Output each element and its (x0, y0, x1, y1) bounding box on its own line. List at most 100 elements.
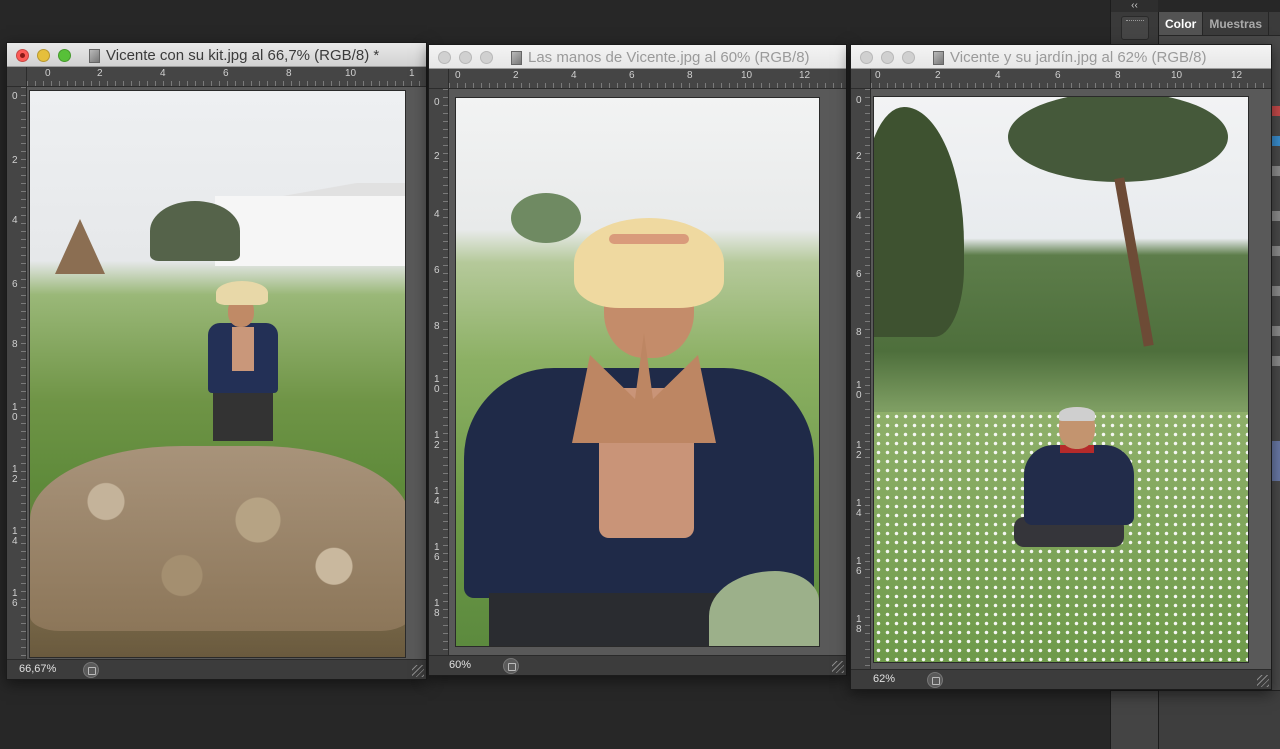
ruler-label: 4 (995, 70, 1001, 81)
ruler-label: 4 (571, 70, 577, 81)
window-titlebar[interactable]: Vicente y su jardín.jpg al 62% (RGB/8) (851, 45, 1271, 69)
zoom-level[interactable]: 62% (873, 673, 895, 685)
ruler-label: 8 (1115, 70, 1121, 81)
panel-strip-lower (1111, 690, 1158, 749)
zoom-window-button[interactable] (902, 51, 915, 64)
resize-handle[interactable] (412, 665, 424, 677)
window-title-text: Vicente y su jardín.jpg al 62% (RGB/8) (950, 49, 1207, 66)
horizontal-ruler[interactable]: 0 2 4 6 8 10 12 (871, 69, 1271, 89)
zoom-window-button[interactable] (58, 49, 71, 62)
close-window-button[interactable] (438, 51, 451, 64)
zoom-level[interactable]: 60% (449, 659, 471, 671)
ruler-label: 0 (455, 70, 461, 81)
panel-icon[interactable] (1272, 211, 1280, 221)
stone-cairn (55, 219, 105, 274)
ruler-label: 4 (856, 211, 862, 222)
tab-color[interactable]: Color (1159, 12, 1204, 35)
ruler-label: 8 (856, 327, 862, 338)
photo-manos-vicente[interactable] (455, 97, 820, 647)
ruler-label: 8 (12, 339, 18, 350)
document-window-manos[interactable]: Las manos de Vicente.jpg al 60% (RGB/8) … (428, 44, 847, 676)
swatch-icon[interactable] (1272, 106, 1280, 116)
ruler-label: 8 (687, 70, 693, 81)
grip-icon (1126, 20, 1144, 23)
panel-icon[interactable] (1272, 326, 1280, 336)
status-bar: 62% (851, 669, 1271, 689)
horizontal-ruler[interactable]: 0 2 4 6 8 10 12 (449, 69, 846, 89)
jacket (1024, 445, 1134, 525)
ruler-label: 0 (875, 70, 881, 81)
ruler-label: 4 (12, 215, 18, 226)
ruler-label: 6 (1055, 70, 1061, 81)
ruler-label: 1 8 (434, 598, 440, 619)
ruler-label: 1 2 (856, 440, 862, 461)
photo-vicente-kit[interactable] (29, 90, 406, 658)
tree (150, 201, 240, 261)
ruler-label: 2 (856, 151, 862, 162)
zoom-level[interactable]: 66,67% (19, 663, 56, 675)
vertical-ruler[interactable]: 0 2 4 6 8 1 0 1 2 1 4 1 6 1 8 (851, 89, 871, 669)
collapse-panels-button[interactable]: ‹‹ (1111, 0, 1158, 12)
man-figure (198, 281, 288, 451)
status-menu-button[interactable] (83, 662, 99, 678)
panel-icon[interactable] (1272, 166, 1280, 176)
status-menu-button[interactable] (503, 658, 519, 674)
ruler-label: 0 (434, 97, 440, 108)
ruler-label: 1 6 (856, 556, 862, 577)
window-titlebar[interactable]: Las manos de Vicente.jpg al 60% (RGB/8) (429, 45, 846, 69)
resize-handle[interactable] (1257, 675, 1269, 687)
panel-dock-lower (1159, 690, 1280, 749)
window-title: Vicente con su kit.jpg al 66,7% (RGB/8) … (89, 47, 418, 64)
ruler-origin[interactable] (7, 67, 27, 87)
resize-handle[interactable] (832, 661, 844, 673)
ruler-label: 0 (12, 91, 18, 102)
panel-icon[interactable] (1272, 246, 1280, 256)
ruler-label: 1 6 (12, 588, 18, 609)
window-titlebar[interactable]: Vicente con su kit.jpg al 66,7% (RGB/8) … (7, 43, 426, 67)
document-canvas[interactable] (871, 89, 1271, 669)
window-title: Las manos de Vicente.jpg al 60% (RGB/8) (511, 49, 838, 66)
photo-vicente-jardin[interactable] (873, 96, 1249, 663)
panel-icon[interactable] (1272, 286, 1280, 296)
ruler-label: 0 (856, 95, 862, 106)
close-window-button[interactable] (860, 51, 873, 64)
window-controls (438, 51, 493, 64)
document-canvas[interactable] (27, 87, 426, 659)
swatch-icon[interactable] (1272, 136, 1280, 146)
panel-icon[interactable] (1272, 441, 1280, 481)
minimize-window-button[interactable] (37, 49, 50, 62)
ruler-label: 1 8 (856, 614, 862, 635)
status-menu-button[interactable] (927, 672, 943, 688)
tree-left (874, 107, 964, 337)
ruler-label: 12 (799, 70, 811, 81)
minimize-window-button[interactable] (881, 51, 894, 64)
tab-muestras[interactable]: Muestras (1203, 12, 1270, 35)
ruler-label: 6 (223, 68, 229, 79)
ruler-label: 1 (409, 68, 415, 79)
window-title: Vicente y su jardín.jpg al 62% (RGB/8) (933, 49, 1263, 66)
ruler-label: 2 (434, 151, 440, 162)
ruler-origin[interactable] (851, 69, 871, 89)
panel-icon[interactable] (1272, 356, 1280, 366)
close-window-button[interactable] (16, 49, 29, 62)
document-canvas[interactable] (449, 89, 846, 655)
vertical-ruler[interactable]: 0 2 4 6 8 1 0 1 2 1 4 1 6 (7, 87, 27, 659)
horizontal-ruler[interactable]: 0 2 4 6 8 10 1 (27, 67, 426, 87)
ruler-label: 1 4 (856, 498, 862, 519)
document-window-jardin[interactable]: Vicente y su jardín.jpg al 62% (RGB/8) 0… (850, 44, 1272, 690)
minimize-window-button[interactable] (459, 51, 472, 64)
vertical-ruler[interactable]: 0 2 4 6 8 1 0 1 2 1 4 1 6 1 8 (429, 89, 449, 655)
house (215, 196, 405, 266)
chest (232, 327, 254, 371)
ruler-label: 1 4 (12, 526, 18, 547)
zoom-window-button[interactable] (480, 51, 493, 64)
tree-canopy (1008, 97, 1228, 182)
status-bar: 66,67% (7, 659, 426, 679)
document-window-kit[interactable]: Vicente con su kit.jpg al 66,7% (RGB/8) … (6, 42, 427, 680)
legs (213, 391, 273, 441)
ruler-origin[interactable] (429, 69, 449, 89)
window-controls (16, 49, 71, 62)
ruler-label: 12 (1231, 70, 1243, 81)
ruler-label: 1 0 (12, 402, 18, 423)
panel-icon-button[interactable] (1121, 16, 1149, 40)
